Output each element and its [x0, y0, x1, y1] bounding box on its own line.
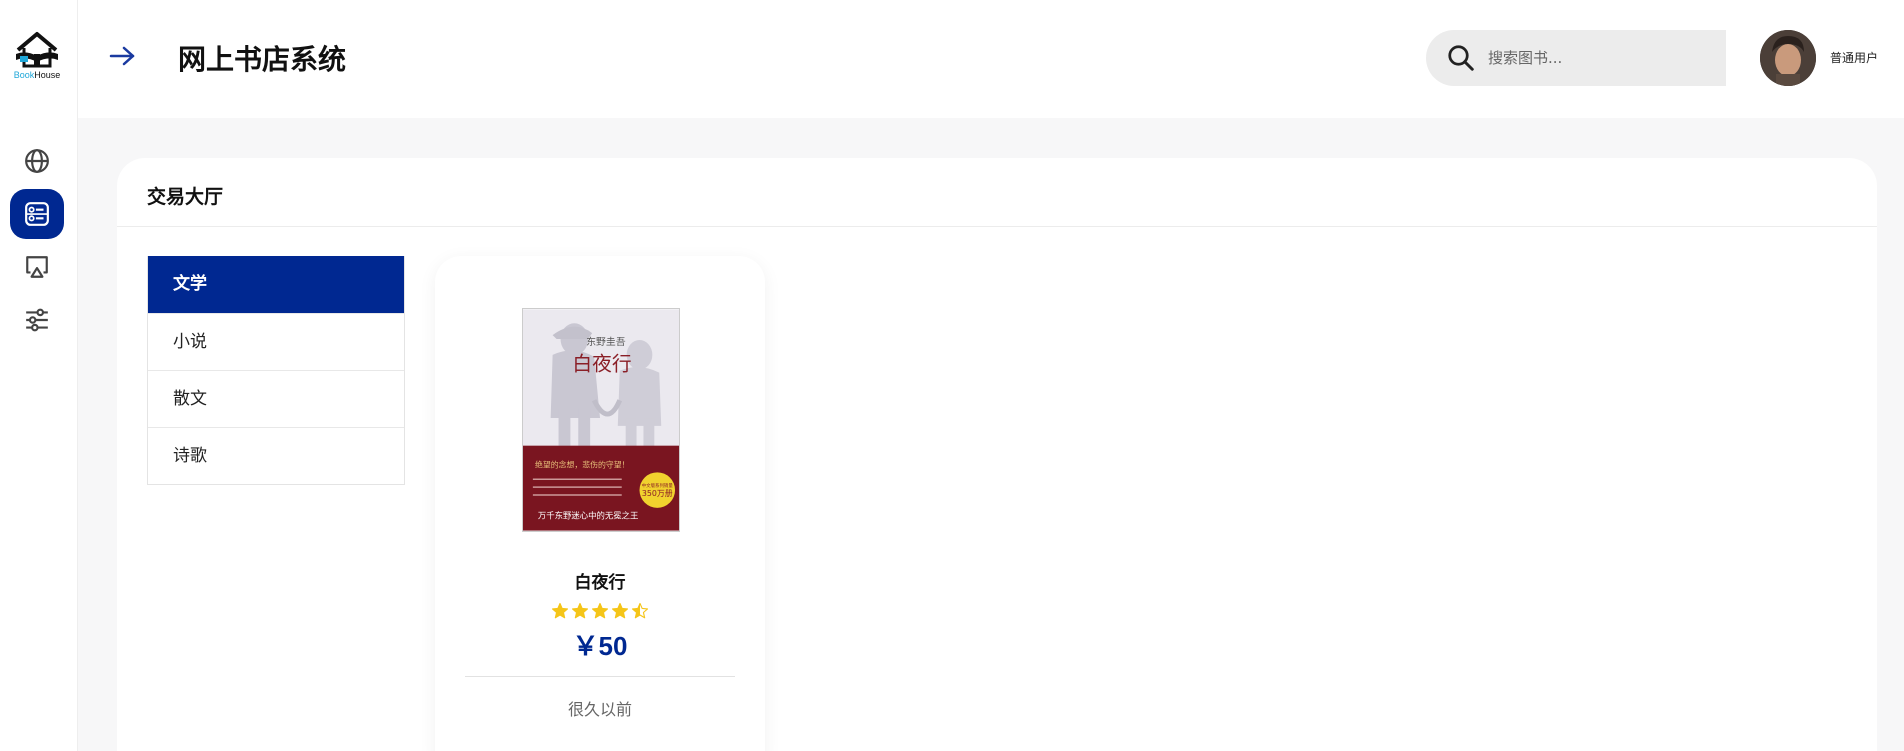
- section-divider: [117, 226, 1877, 227]
- category-item-novel[interactable]: 小说: [148, 313, 404, 370]
- logo-text-book: Book: [13, 70, 35, 80]
- page-title: 网上书店系统: [178, 43, 347, 76]
- cover-bottom-text: 万千东野迷心中的无冕之王: [538, 511, 639, 521]
- arrow-right-icon[interactable]: [108, 44, 138, 68]
- rating-stars: [435, 602, 765, 624]
- house-book-icon: [16, 32, 58, 68]
- book-card[interactable]: 东野圭吾 白夜行 绝望的念想，悲伤的守望！ 中文版系列销量 350万册 万千东野…: [435, 256, 765, 751]
- search-input[interactable]: [1488, 49, 1708, 67]
- cover-title: 白夜行: [572, 353, 631, 376]
- bookhouse-logo[interactable]: BookHouse: [10, 30, 64, 86]
- book-cover-image[interactable]: 东野圭吾 白夜行 绝望的念想，悲伤的守望！ 中文版系列销量 350万册 万千东野…: [522, 308, 680, 532]
- dashboard-icon: [25, 202, 49, 226]
- book-price: ￥50: [572, 631, 628, 661]
- category-item-literature[interactable]: 文学: [148, 256, 404, 313]
- sidebar: BookHouse: [0, 0, 78, 751]
- book-title[interactable]: 白夜行: [435, 568, 765, 593]
- star-full-icon: [571, 602, 589, 619]
- star-half-icon: [631, 602, 649, 619]
- user-role-label[interactable]: 普通用户: [1830, 49, 1878, 66]
- sliders-icon: [26, 308, 48, 332]
- star-full-icon: [611, 602, 629, 619]
- logo-text-house: House: [34, 70, 61, 80]
- nav-item-airplay[interactable]: [10, 242, 64, 292]
- trading-hall-panel: 交易大厅 文学 小说 散文 诗歌 东野圭吾 白夜行 绝望的念想，悲伤的守望！ 中…: [117, 158, 1877, 751]
- cover-tagline: 绝望的念想，悲伤的守望！: [535, 459, 630, 469]
- category-list: 文学 小说 散文 诗歌: [147, 256, 405, 485]
- top-header: 网上书店系统 普通用户: [78, 0, 1904, 118]
- avatar-photo: [1760, 30, 1816, 86]
- cover-author: 东野圭吾: [586, 335, 626, 348]
- category-item-poetry[interactable]: 诗歌: [148, 427, 404, 484]
- nav-item-dashboard[interactable]: [10, 189, 64, 239]
- listing-time: 很久以前: [567, 700, 632, 719]
- search-icon[interactable]: [1446, 43, 1476, 73]
- star-full-icon: [551, 602, 569, 619]
- nav-item-globe[interactable]: [10, 136, 64, 186]
- category-item-prose[interactable]: 散文: [148, 370, 404, 427]
- section-title: 交易大厅: [147, 186, 224, 208]
- star-full-icon: [591, 602, 609, 619]
- card-divider: [465, 676, 735, 677]
- user-avatar[interactable]: [1760, 30, 1816, 86]
- search-bar[interactable]: [1426, 30, 1726, 86]
- airplay-icon: [26, 256, 48, 278]
- cover-badge-line2: 350万册: [642, 489, 673, 498]
- globe-icon: [25, 149, 49, 173]
- nav-item-settings[interactable]: [10, 295, 64, 345]
